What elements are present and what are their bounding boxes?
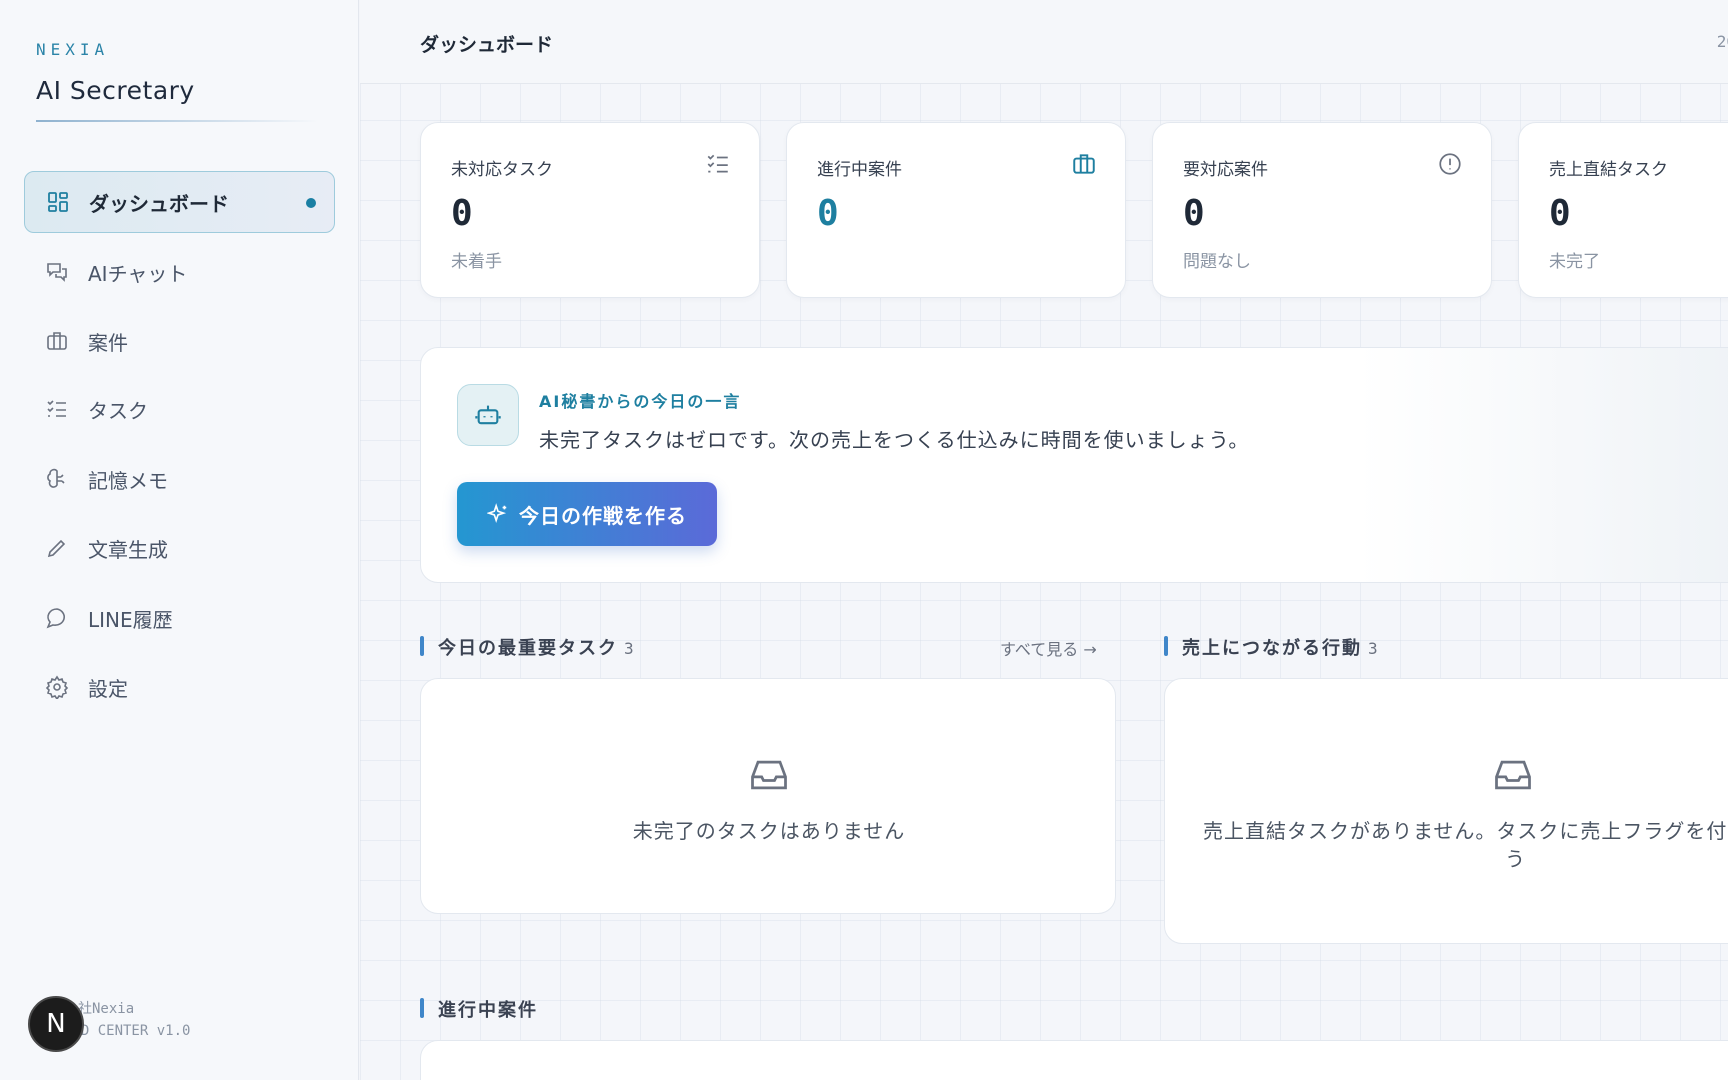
- stat-label: 進行中案件: [817, 160, 902, 180]
- empty-state-text-cont: う: [1505, 847, 1526, 871]
- stat-card-pending-tasks[interactable]: 未対応タスク 0 未着手: [420, 122, 760, 298]
- sidebar-item-label: 案件: [88, 330, 128, 355]
- inbox-icon: [747, 753, 791, 797]
- section-title-text: 進行中案件: [438, 1000, 538, 1021]
- stat-label: 未対応タスク: [451, 160, 553, 180]
- stat-label: 売上直結タスク: [1549, 160, 1668, 180]
- active-projects-card: [420, 1040, 1728, 1080]
- sidebar: NEXIA AI Secretary ダッシュボード AIチャット 案件 タスク…: [0, 0, 359, 1080]
- brand-small: NEXIA: [36, 40, 110, 59]
- section-count: 3: [624, 639, 634, 658]
- pen-icon: [44, 535, 70, 561]
- stat-value: 0: [1549, 193, 1571, 234]
- empty-state-text: 売上直結タスクがありません。タスクに売上フラグを付: [1203, 819, 1728, 843]
- section-title-sales-actions: 売上につながる行動 3: [1164, 634, 1378, 660]
- stat-card-attention-projects[interactable]: 要対応案件 0 問題なし: [1152, 122, 1492, 298]
- sidebar-item-label: LINE履歴: [88, 607, 173, 632]
- sidebar-item-writing[interactable]: 文章生成: [24, 517, 335, 579]
- section-title-text: 今日の最重要タスク: [438, 638, 618, 659]
- stat-label: 要対応案件: [1183, 160, 1268, 180]
- sidebar-item-label: ダッシュボード: [89, 191, 229, 216]
- brain-icon: [44, 466, 70, 492]
- ai-heading: AI秘書からの今日の一言: [539, 392, 742, 411]
- section-count: 3: [1368, 639, 1378, 658]
- sidebar-item-label: 設定: [88, 676, 128, 701]
- stat-sub: 問題なし: [1183, 252, 1251, 272]
- message-icon: [44, 605, 70, 631]
- create-strategy-button[interactable]: 今日の作戦を作る: [457, 482, 717, 546]
- section-title-top-tasks: 今日の最重要タスク 3: [420, 634, 634, 660]
- sidebar-item-label: 記憶メモ: [88, 468, 168, 493]
- ai-secretary-card: AI秘書からの今日の一言 未完了タスクはゼロです。次の売上をつくる仕込みに時間を…: [420, 347, 1728, 583]
- briefcase-icon: [1071, 151, 1097, 177]
- chat-icon: [44, 259, 70, 285]
- sidebar-item-line-history[interactable]: LINE履歴: [24, 587, 335, 649]
- active-indicator-dot: [306, 198, 316, 208]
- brand-divider: [36, 120, 318, 122]
- ai-message: 未完了タスクはゼロです。次の売上をつくる仕込みに時間を使いましょう。: [539, 428, 1250, 452]
- sales-actions-card: 売上直結タスクがありません。タスクに売上フラグを付 う: [1164, 678, 1728, 944]
- sidebar-item-settings[interactable]: 設定: [24, 656, 335, 718]
- robot-icon: [457, 384, 519, 446]
- empty-state-text: 未完了のタスクはありません: [632, 819, 906, 843]
- topbar: ダッシュボード 20: [360, 0, 1728, 84]
- page-title: ダッシュボード: [420, 34, 554, 56]
- sidebar-item-dashboard[interactable]: ダッシュボード: [24, 171, 335, 233]
- stat-value: 0: [1183, 193, 1205, 234]
- see-all-link[interactable]: すべて見る →: [1000, 636, 1097, 660]
- sidebar-item-ai-chat[interactable]: AIチャット: [24, 241, 335, 303]
- stat-sub: 未着手: [451, 252, 502, 272]
- alert-circle-icon: [1437, 151, 1463, 177]
- section-title-text: 売上につながる行動: [1182, 638, 1362, 659]
- checklist-icon: [705, 151, 731, 177]
- section-title-active-projects: 進行中案件: [420, 996, 538, 1022]
- stat-card-active-projects[interactable]: 進行中案件 0: [786, 122, 1126, 298]
- sidebar-item-memory[interactable]: 記憶メモ: [24, 448, 335, 510]
- top-tasks-card: 未完了のタスクはありません: [420, 678, 1116, 914]
- button-label: 今日の作戦を作る: [519, 503, 687, 528]
- stat-value: 0: [817, 193, 839, 234]
- stat-card-sales-tasks[interactable]: 売上直結タスク 0 未完了: [1518, 122, 1728, 298]
- avatar[interactable]: N: [28, 996, 84, 1052]
- main-content: ダッシュボード 20 未対応タスク 0 未着手 進行中案件 0 要対応案件 0 …: [360, 0, 1728, 1080]
- dashboard-icon: [45, 189, 71, 215]
- header-date: 20: [1716, 32, 1728, 51]
- inbox-icon: [1491, 753, 1535, 797]
- sparkles-icon: [487, 503, 507, 524]
- sidebar-item-tasks[interactable]: タスク: [24, 378, 335, 440]
- checklist-icon: [44, 396, 70, 422]
- briefcase-icon: [44, 328, 70, 354]
- sidebar-item-label: AIチャット: [88, 261, 188, 286]
- sidebar-item-label: タスク: [88, 398, 148, 423]
- brand-title: AI Secretary: [36, 76, 195, 105]
- stat-sub: 未完了: [1549, 252, 1600, 272]
- stat-value: 0: [451, 193, 473, 234]
- gear-icon: [44, 674, 70, 700]
- sidebar-item-projects[interactable]: 案件: [24, 310, 335, 372]
- sidebar-item-label: 文章生成: [88, 537, 168, 562]
